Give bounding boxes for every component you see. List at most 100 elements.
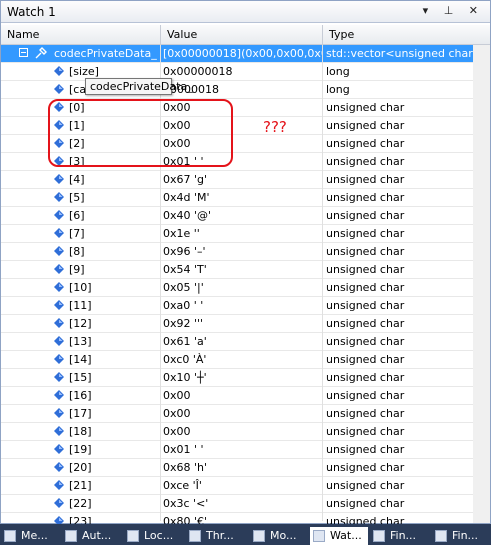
row-value: 0x68 'h' [163,461,208,474]
root-value: [0x00000018](0x00,0x00,0x00,0x [163,47,323,60]
watch-row[interactable]: [18] 0x00 unsigned char [1,423,490,441]
tool-tab[interactable]: Fin... [432,527,490,545]
watch-row[interactable]: [size] 0x00000018 long [1,63,490,81]
field-icon [54,300,64,310]
field-icon [54,498,64,508]
tool-tab[interactable]: Thr... [186,527,248,545]
row-name: [17] [69,407,92,420]
row-type: unsigned char [326,497,405,510]
row-value: 0x10 '┼' [163,371,207,384]
row-type: unsigned char [326,317,405,330]
value-column-header[interactable]: Value [161,25,323,44]
tool-tab[interactable]: Fin... [370,527,428,545]
field-icon [54,444,64,454]
row-name: [22] [69,497,92,510]
row-value: 0x92 ''' [163,317,204,330]
watch-row[interactable]: [10] 0x05 '|' unsigned char [1,279,490,297]
row-name: [8] [69,245,85,258]
watch-row[interactable]: [19] 0x01 ' ' unsigned char [1,441,490,459]
row-value: 0x96 '–' [163,245,206,258]
tab-label: Thr... [206,529,234,542]
field-icon [54,174,64,184]
row-name: [14] [69,353,92,366]
watch-row[interactable]: [7] 0x1e '' unsigned char [1,225,490,243]
tool-tab[interactable]: Loc... [124,527,184,545]
tab-label: Aut... [82,529,112,542]
watch-row[interactable]: [16] 0x00 unsigned char [1,387,490,405]
watch-row[interactable]: [8] 0x96 '–' unsigned char [1,243,490,261]
row-type: unsigned char [326,209,405,222]
name-column-header[interactable]: Name [1,25,161,44]
window-controls[interactable]: ▾ ⊥ ✕ [423,4,484,17]
row-type: unsigned char [326,101,405,114]
watch-row[interactable]: [11] 0xa0 ' ' unsigned char [1,297,490,315]
row-value: 0x3c '<' [163,497,209,510]
tab-icon [253,530,265,542]
row-type: unsigned char [326,371,405,384]
row-value: 0xce 'Î' [163,479,202,492]
annotation-circle [48,99,233,167]
row-value: 0x1e '' [163,227,200,240]
watch-row[interactable]: [6] 0x40 '@' unsigned char [1,207,490,225]
watch-row[interactable]: [20] 0x68 'h' unsigned char [1,459,490,477]
watch-row[interactable]: [15] 0x10 '┼' unsigned char [1,369,490,387]
watch-row[interactable]: [21] 0xce 'Î' unsigned char [1,477,490,495]
row-type: unsigned char [326,425,405,438]
watch-row[interactable]: [22] 0x3c '<' unsigned char [1,495,490,513]
row-type: unsigned char [326,137,405,150]
row-value: 0x01 ' ' [163,443,204,456]
row-value: 0x00 [163,425,191,438]
watch-row[interactable]: [12] 0x92 ''' unsigned char [1,315,490,333]
row-value: 0x4d 'M' [163,191,210,204]
row-name: [12] [69,317,92,330]
watch-row[interactable]: [4] 0x67 'g' unsigned char [1,171,490,189]
watch-row[interactable]: [9] 0x54 'T' unsigned char [1,261,490,279]
tab-label: Loc... [144,529,174,542]
field-icon [54,462,64,472]
row-type: unsigned char [326,389,405,402]
row-type: unsigned char [326,227,405,240]
row-type: unsigned char [326,443,405,456]
collapse-icon[interactable] [19,48,28,57]
watch-row[interactable]: [14] 0xc0 'À' unsigned char [1,351,490,369]
watch-row[interactable]: [13] 0x61 'a' unsigned char [1,333,490,351]
watch-row[interactable]: [5] 0x4d 'M' unsigned char [1,189,490,207]
name-tooltip: codecPrivateData_ [85,78,193,95]
field-icon [54,264,64,274]
tab-label: Mo... [270,529,297,542]
tab-icon [313,530,325,542]
field-icon [54,66,64,76]
watch-row[interactable]: [ca 00000018 long [1,81,490,99]
row-value: 0x00 [163,389,191,402]
row-name: [7] [69,227,85,240]
tool-tab[interactable]: Mo... [250,527,308,545]
watch-row[interactable]: [17] 0x00 unsigned char [1,405,490,423]
tab-label: Fin... [452,529,479,542]
row-type: unsigned char [326,461,405,474]
tool-window-tabs: Me... Aut... Loc... Thr... Mo... Wat... Fin...… [0,524,491,545]
field-icon [54,408,64,418]
root-row[interactable]: codecPrivateData_ [0x00000018](0x00,0x00… [1,45,490,63]
row-value: 0x00 [163,407,191,420]
tab-icon [4,530,16,542]
row-name: [15] [69,371,92,384]
field-icon [54,84,64,94]
row-type: unsigned char [326,335,405,348]
row-type: unsigned char [326,479,405,492]
column-divider [322,45,323,521]
row-name: [13] [69,335,92,348]
tool-tab[interactable]: Aut... [62,527,122,545]
type-column-header[interactable]: Type [323,25,473,44]
field-icon [54,246,64,256]
tool-tab[interactable]: Wat... [310,527,368,545]
row-type: unsigned char [326,299,405,312]
field-icon [54,426,64,436]
root-name: codecPrivateData_ [54,47,157,60]
tool-tab[interactable]: Me... [1,527,59,545]
tab-icon [189,530,201,542]
column-header: Name Value Type [1,25,490,45]
field-icon [54,336,64,346]
vertical-scrollbar[interactable] [473,45,490,523]
annotation-text: ??? [263,118,287,136]
field-icon [54,354,64,364]
